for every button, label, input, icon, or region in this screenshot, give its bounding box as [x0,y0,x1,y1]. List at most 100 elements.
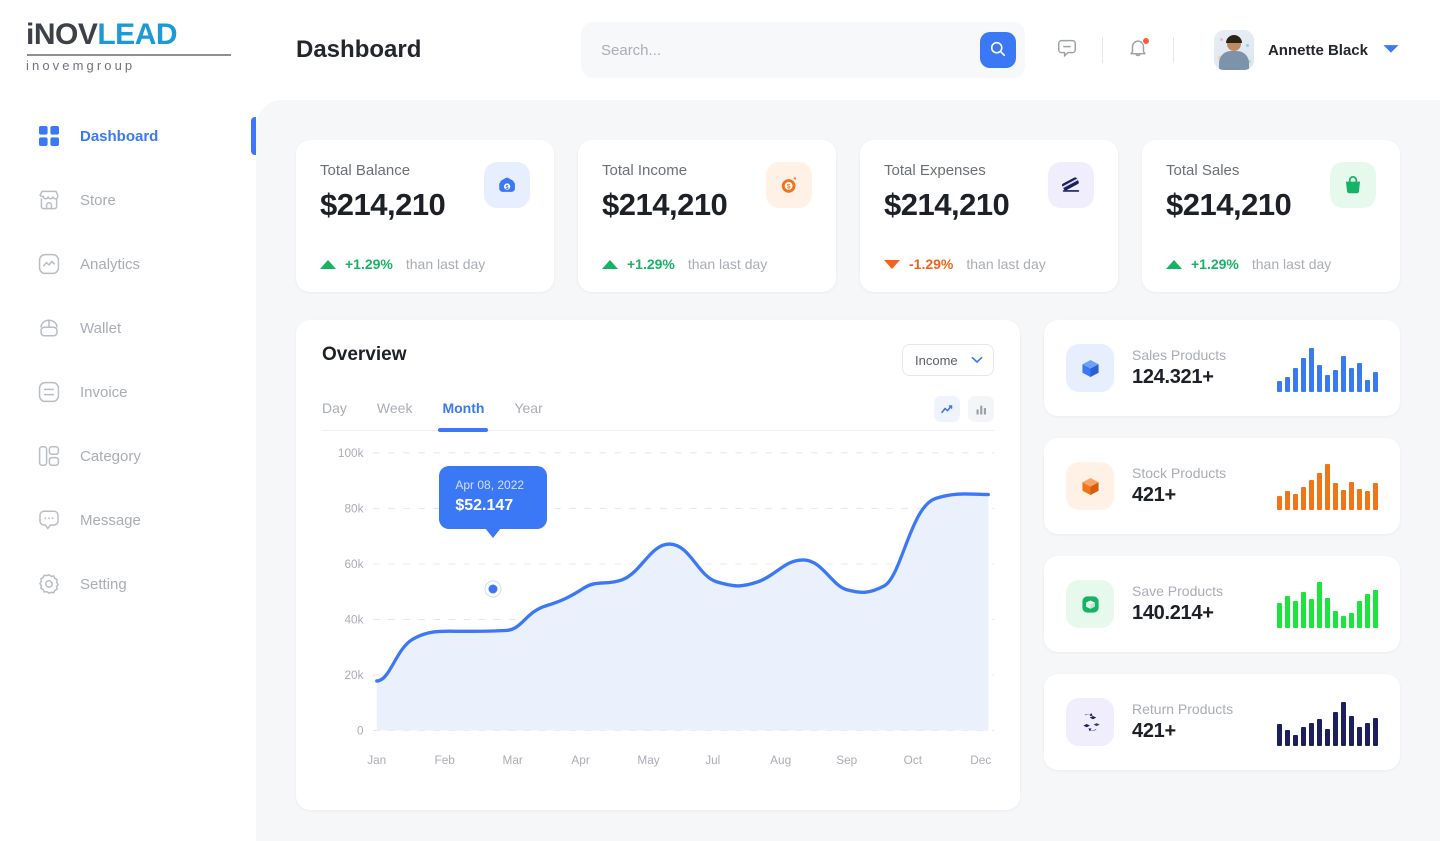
message-bubble-icon [1056,37,1078,64]
search-button[interactable] [980,32,1016,68]
card-swipe-icon [1048,162,1094,208]
content-area: Total Balance $214,210 $ +1.29% than las… [256,100,1440,841]
active-indicator [251,117,256,155]
period-tabs: Day Week Month Year [322,396,994,431]
stat-note: than last day [966,256,1045,272]
side-card-text: Return Products 421+ [1132,701,1233,743]
messages-button[interactable] [1050,33,1084,67]
sidebar-item-invoice[interactable]: Invoice [0,370,256,414]
chart-type-toggles [934,396,994,430]
search-icon [989,40,1007,61]
avatar-hair [1226,35,1242,43]
stat-footer: +1.29% than last day [1166,256,1376,272]
stat-card-total-income[interactable]: Total Income $214,210 $ +1.29% than last… [578,140,836,292]
sparkline-chart [1277,580,1378,628]
lower-section: Overview Income Day Week Month Year [296,320,1400,810]
stat-delta: -1.29% [909,256,953,272]
stat-note: than last day [688,256,767,272]
side-card-value: 124.321+ [1132,366,1226,389]
search-bar[interactable] [581,22,1025,78]
x-tick-mar: Mar [502,753,522,767]
side-card-text: Save Products 140.214+ [1132,583,1223,625]
tab-day[interactable]: Day [322,396,347,430]
x-tick-oct: Oct [904,753,923,767]
stat-note: than last day [406,256,485,272]
logo-wordmark: iNOVLEAD [26,20,256,50]
y-tick-100k: 100k [338,446,364,460]
sidebar-item-wallet[interactable]: Wallet [0,306,256,350]
stat-card-total-balance[interactable]: Total Balance $214,210 $ +1.29% than las… [296,140,554,292]
settings-gear-icon [38,573,60,595]
stat-delta: +1.29% [627,256,675,272]
product-stats-column: Sales Products 124.321+ Stock Products [1044,320,1400,810]
message-icon [38,509,60,531]
coin-dollar-icon: $ [766,162,812,208]
search-input[interactable] [601,42,980,59]
sidebar-item-dashboard[interactable]: Dashboard [0,114,256,158]
wallet-money-icon: $ [484,162,530,208]
x-tick-apr: Apr [571,753,589,767]
logo-text-secondary: LEAD [97,18,177,51]
line-chart-icon[interactable] [934,396,960,422]
trend-up-icon [602,260,618,269]
wallet-icon [38,317,60,339]
sidebar-item-analytics[interactable]: Analytics [0,242,256,286]
overview-chart[interactable]: 100k 80k 60k 40k 20k 0 [322,437,994,794]
logo-text-primary: iNOV [26,18,97,51]
sidebar-item-label: Invoice [80,384,128,401]
header-actions: Annette Black [1050,30,1400,70]
bar-chart-icon[interactable] [968,396,994,422]
metric-select[interactable]: Income [902,344,994,376]
sidebar-item-message[interactable]: Message [0,498,256,542]
side-card-text: Sales Products 124.321+ [1132,347,1226,389]
tooltip-pointer [485,528,501,538]
box-cube-icon [1066,344,1114,392]
side-card-value: 421+ [1132,720,1233,743]
side-card-sales-products[interactable]: Sales Products 124.321+ [1044,320,1400,416]
sidebar-item-category[interactable]: Category [0,434,256,478]
sidebar-item-label: Message [80,512,141,529]
notifications-button[interactable] [1121,33,1155,67]
side-card-save-products[interactable]: Save Products 140.214+ [1044,556,1400,652]
chevron-down-icon[interactable] [1382,41,1400,59]
x-tick-sep: Sep [836,753,857,767]
sidebar-item-label: Analytics [80,256,140,273]
stat-card-total-expenses[interactable]: Total Expenses $214,210 -1.29% than last… [860,140,1118,292]
side-card-stock-products[interactable]: Stock Products 421+ [1044,438,1400,534]
y-tick-60k: 60k [345,557,365,571]
y-tick-0: 0 [357,723,364,737]
return-box-icon [1066,698,1114,746]
top-header: Dashboard [256,0,1440,100]
analytics-icon [38,253,60,275]
user-name: Annette Black [1268,42,1368,59]
side-card-return-products[interactable]: Return Products 421+ [1044,674,1400,770]
grid-icon [38,125,60,147]
side-card-value: 421+ [1132,484,1226,507]
overview-title: Overview [322,344,407,366]
x-tick-jan: Jan [367,753,386,767]
sidebar-nav: Dashboard Store Analytics Wallet [0,114,256,606]
side-card-label: Sales Products [1132,347,1226,363]
x-tick-may: May [637,753,660,767]
sidebar-item-store[interactable]: Store [0,178,256,222]
avatar[interactable] [1214,30,1254,70]
metric-select-value: Income [915,353,958,368]
tab-year[interactable]: Year [514,396,542,430]
box-cube-icon [1066,462,1114,510]
tab-week[interactable]: Week [377,396,413,430]
side-card-text: Stock Products 421+ [1132,465,1226,507]
x-tick-feb: Feb [435,753,456,767]
dashboard-app: iNOVLEAD inovemgroup Dashboard Store [0,0,1440,841]
trend-up-icon [320,260,336,269]
svg-text:$: $ [506,185,509,191]
sidebar-item-setting[interactable]: Setting [0,562,256,606]
overview-panel: Overview Income Day Week Month Year [296,320,1020,810]
stat-card-total-sales[interactable]: Total Sales $214,210 +1.29% than last da… [1142,140,1400,292]
avatar-body [1219,51,1249,70]
sidebar-item-label: Dashboard [80,128,158,145]
invoice-icon [38,381,60,403]
app-logo[interactable]: iNOVLEAD inovemgroup [0,0,256,100]
tab-month[interactable]: Month [442,396,484,430]
tooltip-value: $52.147 [455,494,531,517]
chart-highlight-point[interactable] [486,582,501,597]
